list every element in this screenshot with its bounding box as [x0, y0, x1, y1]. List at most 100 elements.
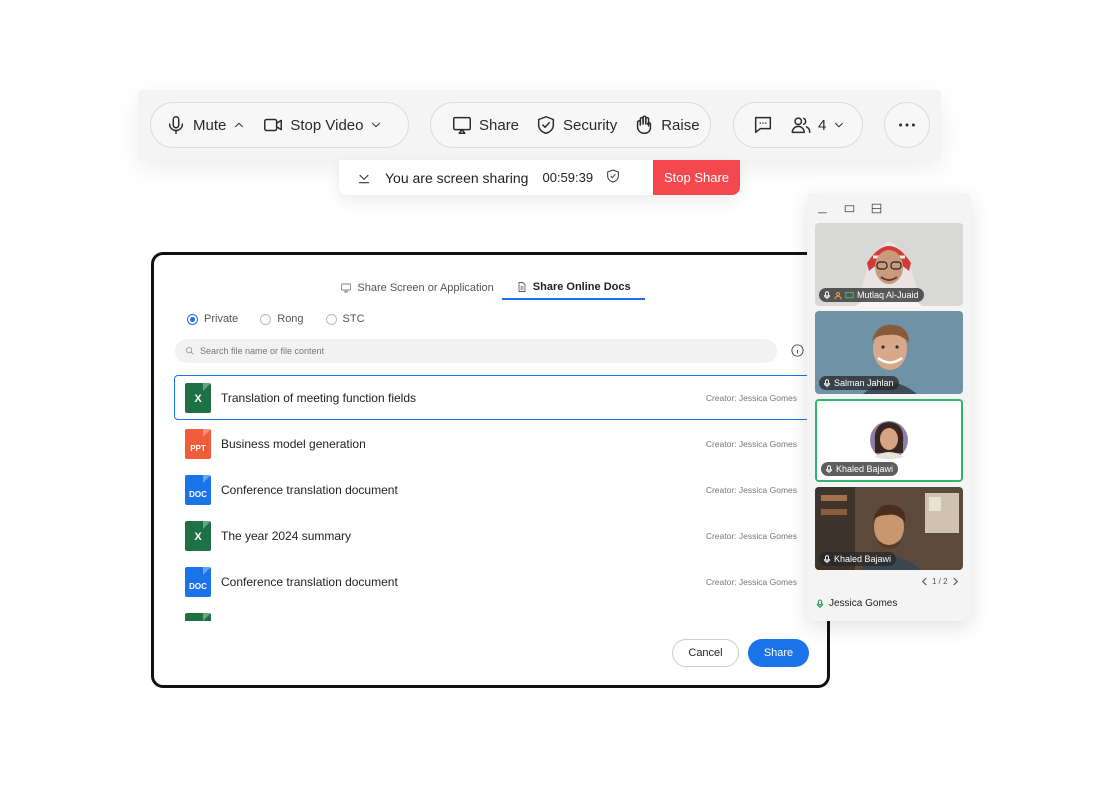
word-doc-file-icon: DOC [185, 566, 211, 597]
excel-file-icon: X [185, 382, 211, 413]
file-row[interactable]: X Translation of meeting function fields… [174, 375, 810, 420]
file-creator: Creator: Jessica Gomes [705, 392, 797, 403]
file-creator: Creator: Jessica Gomes [705, 438, 797, 449]
microphone-icon [168, 116, 184, 134]
microphone-icon [816, 598, 824, 608]
share-security-group: Share Security Raise [430, 102, 711, 148]
participant-name: Khaled Bajawi [836, 464, 894, 474]
file-row-partial[interactable] [174, 605, 810, 621]
file-type-label: PPT [190, 443, 206, 453]
meeting-window: Mute Stop Video Share Security Raise 4 Y… [0, 0, 1109, 803]
radio-dot[interactable] [325, 313, 337, 325]
hand-icon [637, 115, 652, 134]
chevron-left-icon[interactable] [921, 577, 928, 586]
scope-stc-label: STC [342, 313, 365, 325]
info-button[interactable] [790, 343, 805, 358]
participant-video-tile[interactable]: Mutlaq Al-Juaid [815, 223, 963, 306]
radio-dot[interactable] [187, 313, 198, 325]
scope-radio-stc[interactable]: STC [325, 313, 365, 325]
chevron-up-icon[interactable] [232, 118, 246, 132]
participant-nametag: Salman Jahlan [819, 376, 899, 390]
monitor-icon [341, 283, 352, 293]
file-search-box [175, 339, 777, 363]
file-name: Business model generation [221, 436, 366, 451]
file-row[interactable]: DOC Conference translation document Crea… [174, 559, 810, 604]
scope-radio-private[interactable]: Private [187, 313, 238, 325]
security-button[interactable]: Security [535, 114, 617, 136]
tab-share-online-docs[interactable]: Share Online Docs [501, 281, 645, 300]
participant-video-tile-active-speaker[interactable]: Khaled Bajawi [815, 399, 963, 482]
scope-radio-rong[interactable]: Rong [260, 313, 304, 325]
participant-video-tile[interactable]: Khaled Bajawi [815, 487, 963, 570]
video-camera-icon [264, 118, 283, 132]
excel-file-icon: X [185, 520, 211, 551]
participant-video-tile[interactable]: Salman Jahlan [815, 311, 963, 394]
share-button[interactable]: Share [451, 114, 519, 136]
share-doc-button[interactable]: Share [748, 639, 809, 667]
mute-button[interactable]: Mute [165, 114, 246, 136]
chevron-down-icon[interactable] [832, 118, 846, 132]
self-participant: Jessica Gomes [816, 598, 897, 609]
restore-window-icon[interactable] [843, 202, 856, 215]
more-options-icon [899, 123, 915, 127]
chat-participants-group: 4 [733, 102, 863, 148]
more-button[interactable] [884, 102, 930, 148]
word-doc-file-icon: DOC [185, 474, 211, 505]
participants-button[interactable]: 4 [790, 114, 846, 136]
layout-icon[interactable] [870, 202, 883, 215]
file-row[interactable]: X The year 2024 summary Creator: Jessica… [174, 513, 810, 558]
share-screen-icon [453, 116, 471, 134]
file-type-label: X [194, 392, 202, 405]
powerpoint-file-icon: PPT [185, 428, 211, 459]
participants-icon [791, 117, 811, 134]
tile-pager: 1 / 2 [921, 577, 959, 586]
stop-video-button[interactable]: Stop Video [262, 114, 383, 136]
file-name: Translation of meeting function fields [221, 390, 416, 405]
audio-video-group: Mute Stop Video [150, 102, 409, 148]
stop-video-label: Stop Video [290, 116, 364, 134]
document-icon [518, 282, 526, 292]
file-search-input[interactable] [200, 346, 760, 356]
cancel-button[interactable]: Cancel [672, 639, 739, 667]
microphone-icon [823, 554, 831, 563]
file-name: Conference translation document [221, 482, 398, 497]
file-row[interactable]: PPT Business model generation Creator: J… [174, 421, 810, 466]
chat-icon [754, 116, 772, 134]
participants-panel: Mutlaq Al-Juaid Salman Jahlan Khaled Baj… [807, 193, 971, 621]
chevron-down-icon[interactable] [369, 118, 383, 132]
self-name: Jessica Gomes [829, 598, 898, 609]
participant-nametag: Khaled Bajawi [821, 462, 899, 476]
raise-hand-button[interactable]: Raise [633, 114, 700, 136]
file-type-label: X [194, 530, 202, 543]
raise-label: Raise [661, 116, 700, 134]
scope-private-label: Private [204, 313, 239, 325]
minimize-icon[interactable] [816, 202, 829, 215]
share-tabs: Share Screen or Application Share Online… [154, 281, 827, 300]
file-type-label: DOC [189, 581, 207, 591]
share-label: Share [479, 116, 520, 134]
file-creator: Creator: Jessica Gomes [705, 484, 797, 495]
radio-dot[interactable] [260, 313, 272, 325]
share-dialog: Share Screen or Application Share Online… [151, 252, 830, 688]
sharing-timer: 00:59:39 [542, 170, 594, 185]
security-label: Security [563, 116, 618, 134]
user-icon [834, 291, 842, 299]
file-row[interactable]: DOC Conference translation document Crea… [174, 467, 810, 512]
microphone-icon [823, 290, 831, 299]
stop-share-button[interactable]: Stop Share [653, 160, 740, 195]
search-icon [186, 347, 194, 355]
participant-name: Mutlaq Al-Juaid [857, 290, 919, 300]
file-creator: Creator: Jessica Gomes [705, 576, 797, 587]
tab-share-online-docs-label: Share Online Docs [532, 281, 631, 293]
chevron-right-icon[interactable] [952, 577, 959, 586]
collapse-toolbar-button[interactable] [353, 167, 375, 189]
screen-sharing-bar: You are screen sharing 00:59:39 Stop Sha… [339, 160, 740, 195]
mute-label: Mute [193, 116, 227, 134]
page-indicator: 1 / 2 [932, 577, 948, 586]
tab-share-screen[interactable]: Share Screen or Application [336, 281, 497, 300]
chat-button[interactable] [752, 114, 774, 136]
participant-name: Khaled Bajawi [834, 554, 892, 564]
doc-scope-selector: Private Rong STC [187, 313, 365, 325]
sharing-message: You are screen sharing [385, 169, 529, 186]
scope-rong-label: Rong [277, 313, 304, 325]
